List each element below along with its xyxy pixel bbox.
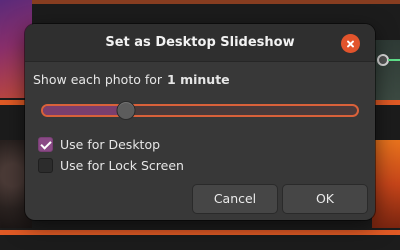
duration-value: 1 minute [167, 72, 230, 87]
cancel-button[interactable]: Cancel [192, 184, 278, 214]
use-for-lock-screen-label[interactable]: Use for Lock Screen [60, 158, 184, 173]
ok-button[interactable]: OK [282, 184, 368, 214]
slideshow-dialog: Set as Desktop Slideshow Show each photo… [25, 24, 375, 220]
duration-slider[interactable] [41, 101, 359, 120]
close-icon[interactable] [341, 34, 360, 53]
decorative-line [388, 59, 400, 61]
selection-stripe [0, 230, 400, 235]
use-for-desktop-checkbox[interactable] [38, 137, 53, 152]
dialog-title: Set as Desktop Slideshow [105, 35, 295, 50]
slider-handle[interactable] [116, 101, 135, 120]
use-for-desktop-label[interactable]: Use for Desktop [60, 137, 160, 152]
use-for-lock-screen-option[interactable]: Use for Lock Screen [38, 158, 184, 173]
dialog-titlebar: Set as Desktop Slideshow [25, 24, 375, 62]
photo-thumbnail[interactable] [372, 140, 400, 228]
photo-thumbnail[interactable] [372, 40, 400, 100]
slider-fill [43, 106, 126, 115]
use-for-desktop-option[interactable]: Use for Desktop [38, 137, 160, 152]
duration-row: Show each photo for 1 minute [33, 72, 230, 87]
duration-label: Show each photo for [33, 72, 163, 87]
selection-stripe [0, 0, 400, 4]
use-for-lock-screen-checkbox[interactable] [38, 158, 53, 173]
